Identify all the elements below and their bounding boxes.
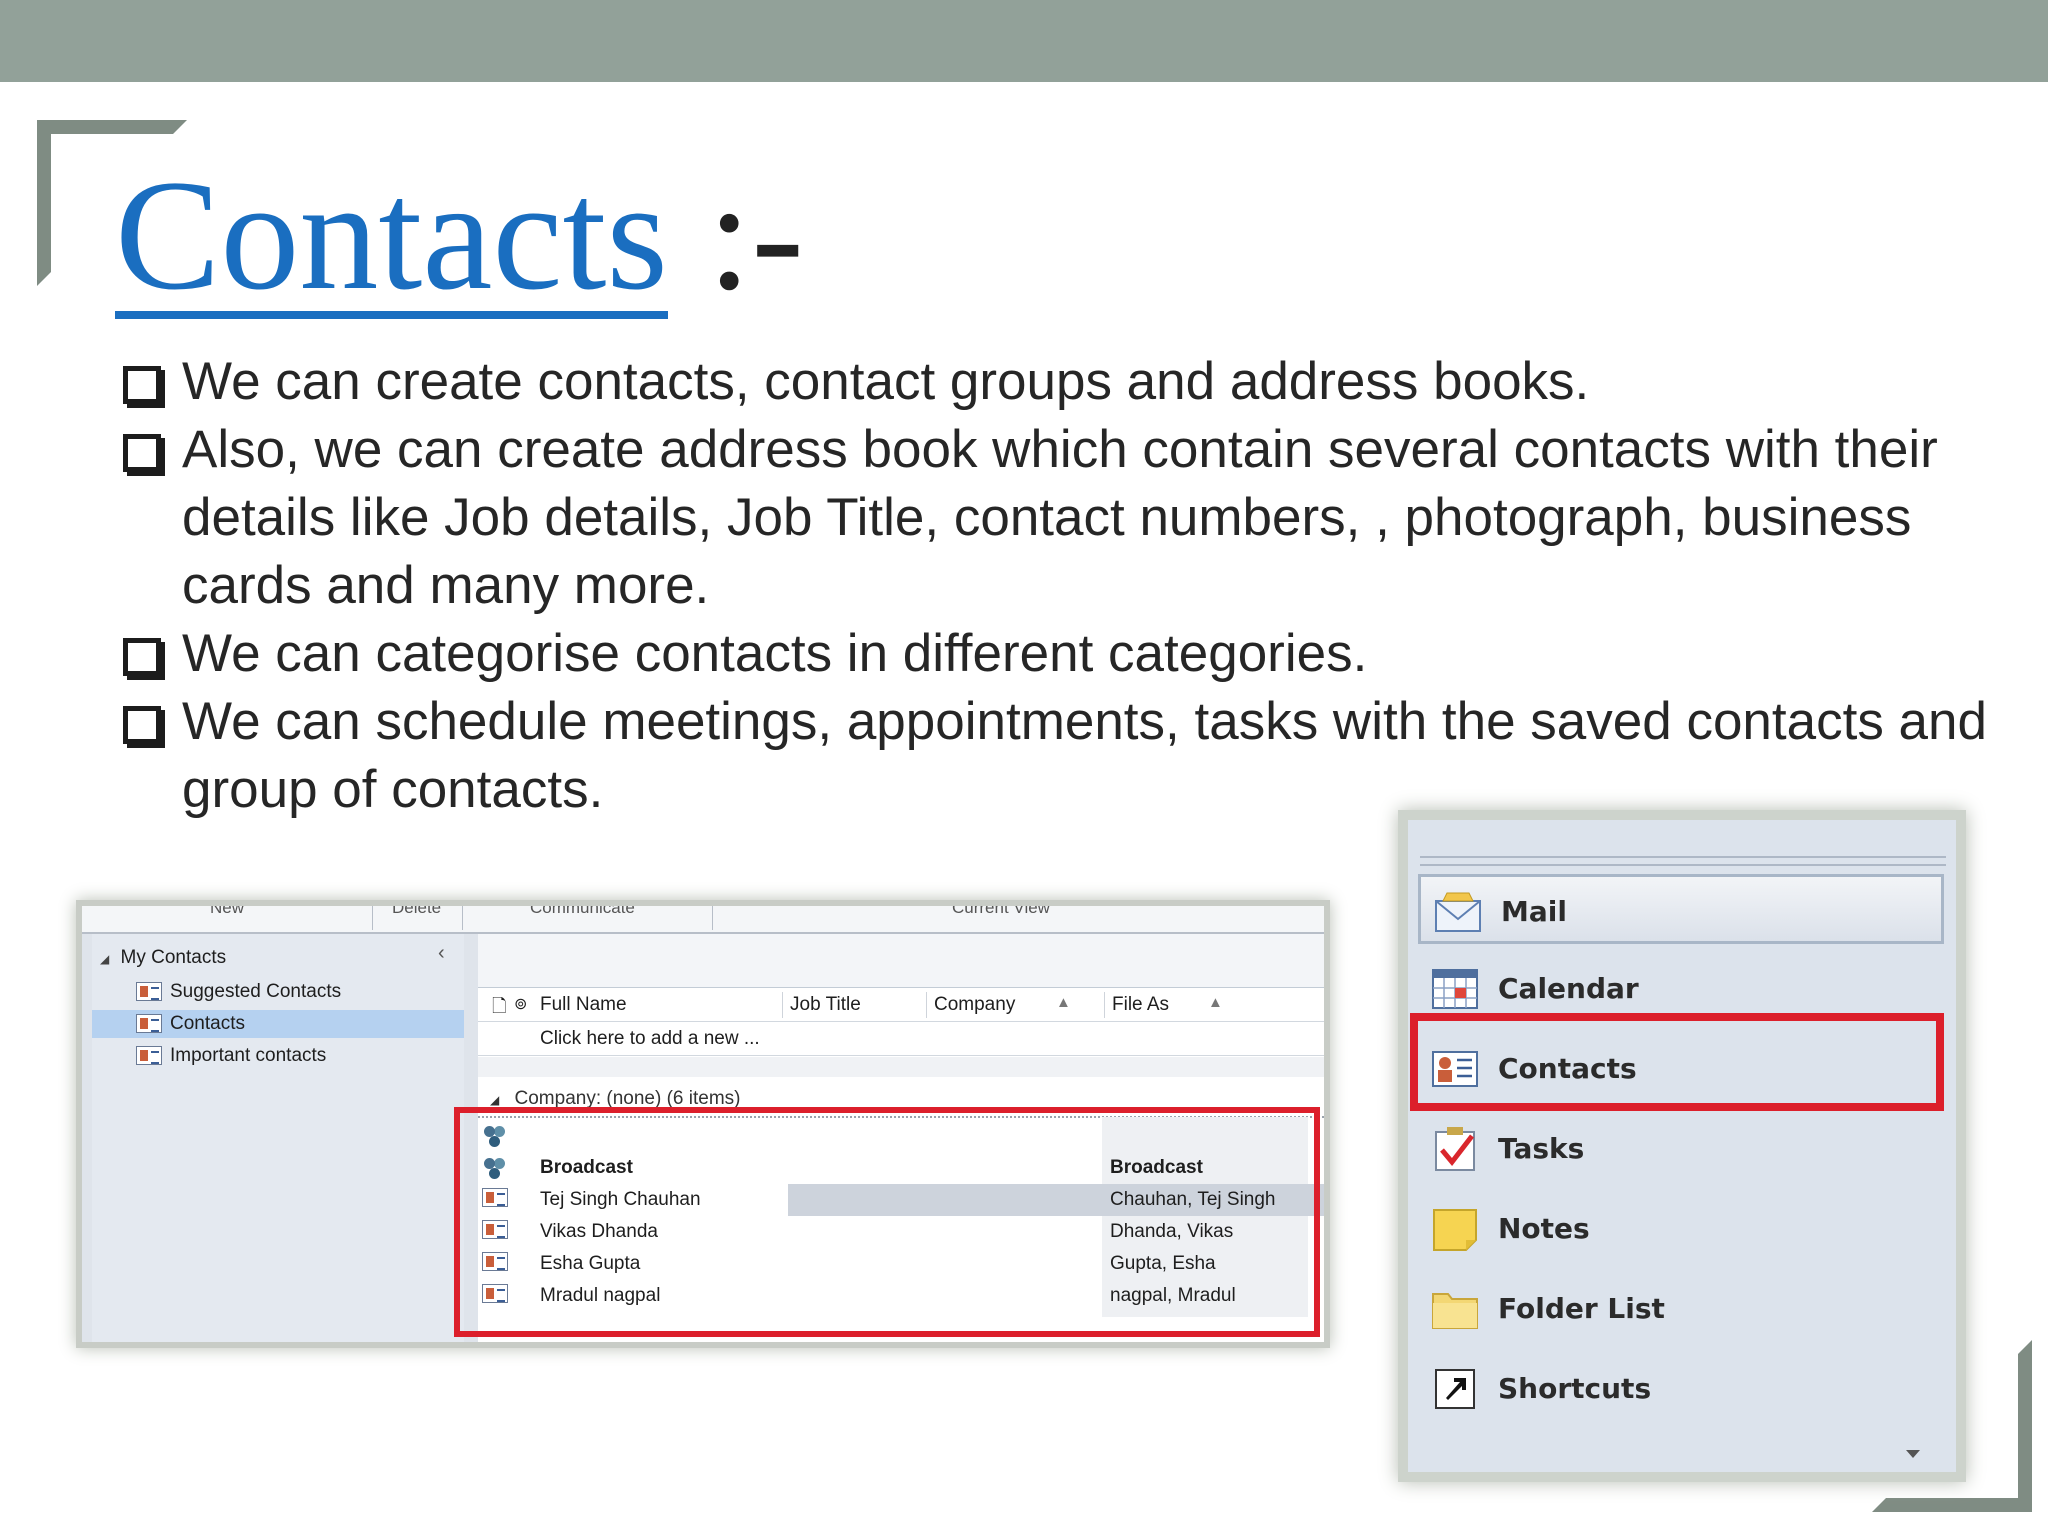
- pane-splitter: [1420, 856, 1946, 866]
- nav-item-contacts[interactable]: Contacts: [92, 1010, 464, 1038]
- folder-icon: [1432, 1293, 1478, 1329]
- slide-title-text: Contacts: [115, 148, 668, 323]
- collapse-triangle-icon[interactable]: ◢: [490, 1093, 499, 1107]
- bullet-text: Also, we can create address book which c…: [182, 420, 1938, 615]
- contact-card-icon: [136, 982, 162, 1002]
- collapse-chevron-icon[interactable]: ‹: [438, 942, 445, 965]
- bullet-item: Also, we can create address book which c…: [120, 416, 2000, 620]
- nav-button-label: Shortcuts: [1498, 1372, 1652, 1405]
- bullet-text: We can schedule meetings, appointments, …: [182, 692, 1987, 819]
- group-header-label: Company: (none) (6 items): [514, 1088, 741, 1109]
- shortcut-icon: [1435, 1369, 1475, 1409]
- bullet-item: We can create contacts, contact groups a…: [120, 348, 2000, 416]
- checkbox-bullet-icon: [123, 638, 161, 676]
- mail-icon: [1435, 892, 1481, 932]
- bullet-item: We can categorise contacts in different …: [120, 620, 2000, 688]
- contacts-nav-highlight-box: [1410, 1013, 1944, 1111]
- bullet-list: We can create contacts, contact groups a…: [120, 348, 2000, 824]
- add-new-contact-row[interactable]: Click here to add a new ...: [478, 1022, 1324, 1056]
- nav-my-contacts[interactable]: ◢ My Contacts: [100, 944, 226, 972]
- nav-button-tasks[interactable]: Tasks: [1418, 1114, 1944, 1184]
- contacts-highlight-box: [454, 1107, 1320, 1337]
- configure-buttons-chevron-icon[interactable]: [1906, 1450, 1920, 1458]
- nav-button-label: Tasks: [1498, 1132, 1585, 1165]
- table-spacer: [478, 1057, 1324, 1077]
- expand-triangle-icon[interactable]: ◢: [100, 952, 109, 966]
- sort-up-icon[interactable]: ▲: [1056, 994, 1071, 1011]
- bullet-text: We can categorise contacts in different …: [182, 624, 1368, 683]
- slide-title: Contacts :-: [115, 148, 804, 323]
- column-job-title[interactable]: Job Title: [790, 994, 861, 1016]
- nav-button-label: Mail: [1501, 895, 1567, 928]
- nav-item-suggested-contacts[interactable]: Suggested Contacts: [136, 978, 341, 1006]
- nav-button-mail[interactable]: Mail: [1418, 874, 1944, 944]
- navigation-pane-screenshot: Mail Calendar Contacts Tasks Notes Folde…: [1398, 810, 1966, 1482]
- bullet-item: We can schedule meetings, appointments, …: [120, 688, 2000, 824]
- nav-item-label: Suggested Contacts: [170, 981, 342, 1002]
- table-top-area: [478, 934, 1324, 988]
- column-file-as[interactable]: File As: [1112, 994, 1169, 1016]
- contact-card-icon: [136, 1014, 162, 1034]
- nav-button-folder-list[interactable]: Folder List: [1418, 1274, 1944, 1344]
- nav-item-label: Contacts: [170, 1013, 245, 1034]
- attachment-icon[interactable]: ⊚: [514, 994, 527, 1014]
- checkbox-bullet-icon: [123, 434, 161, 472]
- ribbon-group-delete[interactable]: Delete: [392, 906, 441, 918]
- item-type-icon[interactable]: 🗋: [492, 994, 506, 1024]
- contacts-nav-pane: ◢ My Contacts ‹ Suggested Contacts Conta…: [92, 934, 464, 1342]
- contact-card-icon: [136, 1046, 162, 1066]
- calendar-icon: [1432, 969, 1478, 1009]
- ribbon-group-labels: New Delete Communicate Current View: [82, 906, 1324, 934]
- column-full-name[interactable]: Full Name: [540, 994, 627, 1016]
- slide-top-bar: [0, 0, 2048, 82]
- sort-up-icon[interactable]: ▲: [1208, 994, 1223, 1011]
- nav-item-important-contacts[interactable]: Important contacts: [136, 1042, 326, 1070]
- column-headers: 🗋 ⊚ Full Name Job Title Company ▲ File A…: [478, 988, 1324, 1024]
- tasks-icon: [1435, 1127, 1475, 1171]
- nav-button-label: Notes: [1498, 1212, 1590, 1245]
- column-company[interactable]: Company: [934, 994, 1015, 1016]
- ribbon-group-communicate[interactable]: Communicate: [530, 906, 635, 918]
- add-new-placeholder[interactable]: Click here to add a new ...: [540, 1022, 760, 1056]
- checkbox-bullet-icon: [123, 366, 161, 404]
- nav-button-label: Folder List: [1498, 1292, 1665, 1325]
- ribbon-group-current-view[interactable]: Current View: [952, 906, 1050, 918]
- nav-button-shortcuts[interactable]: Shortcuts: [1418, 1354, 1944, 1424]
- bullet-text: We can create contacts, contact groups a…: [182, 352, 1590, 411]
- checkbox-bullet-icon: [123, 706, 161, 744]
- ribbon-group-new[interactable]: New: [210, 906, 244, 918]
- nav-button-notes[interactable]: Notes: [1418, 1194, 1944, 1264]
- nav-item-label: Important contacts: [170, 1045, 327, 1066]
- nav-root-label: My Contacts: [120, 947, 227, 968]
- notes-icon: [1433, 1209, 1477, 1251]
- slide-title-suffix: :-: [667, 148, 804, 323]
